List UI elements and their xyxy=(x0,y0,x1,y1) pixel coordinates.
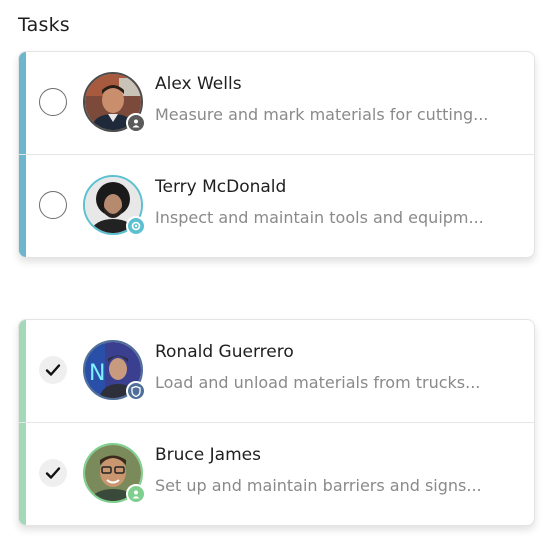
avatar xyxy=(83,443,146,504)
task-checkbox[interactable] xyxy=(39,88,67,116)
task-row[interactable]: Terry McDonald Inspect and maintain tool… xyxy=(19,154,534,257)
task-checkbox[interactable] xyxy=(39,356,67,384)
task-description: Set up and maintain barriers and signs..… xyxy=(155,476,482,495)
task-row[interactable]: Alex Wells Measure and mark materials fo… xyxy=(19,52,534,154)
user-icon xyxy=(126,484,146,504)
task-description: Measure and mark materials for cutting..… xyxy=(155,105,489,124)
avatar xyxy=(83,72,146,133)
shield-icon xyxy=(126,381,146,401)
page-title: Tasks xyxy=(18,14,70,36)
avatar: N xyxy=(83,340,146,401)
checkmark-icon xyxy=(45,364,61,376)
task-description: Inspect and maintain tools and equipm... xyxy=(155,208,484,227)
user-icon xyxy=(126,113,146,133)
task-group-pending: Alex Wells Measure and mark materials fo… xyxy=(18,51,535,258)
task-checkbox[interactable] xyxy=(39,191,67,219)
task-row[interactable]: N Ronald Guerrero Load and unload materi… xyxy=(19,320,534,422)
gear-icon xyxy=(126,216,146,236)
task-row[interactable]: Bruce James Set up and maintain barriers… xyxy=(19,422,534,525)
task-checkbox[interactable] xyxy=(39,459,67,487)
task-description: Load and unload materials from trucks... xyxy=(155,373,481,392)
task-assignee-name: Alex Wells xyxy=(155,74,242,94)
checkmark-icon xyxy=(45,467,61,479)
task-assignee-name: Ronald Guerrero xyxy=(155,342,294,362)
svg-text:N: N xyxy=(89,361,105,386)
task-group-completed: N Ronald Guerrero Load and unload materi… xyxy=(18,319,535,526)
task-assignee-name: Bruce James xyxy=(155,445,261,465)
avatar xyxy=(83,175,146,236)
task-assignee-name: Terry McDonald xyxy=(155,177,287,197)
